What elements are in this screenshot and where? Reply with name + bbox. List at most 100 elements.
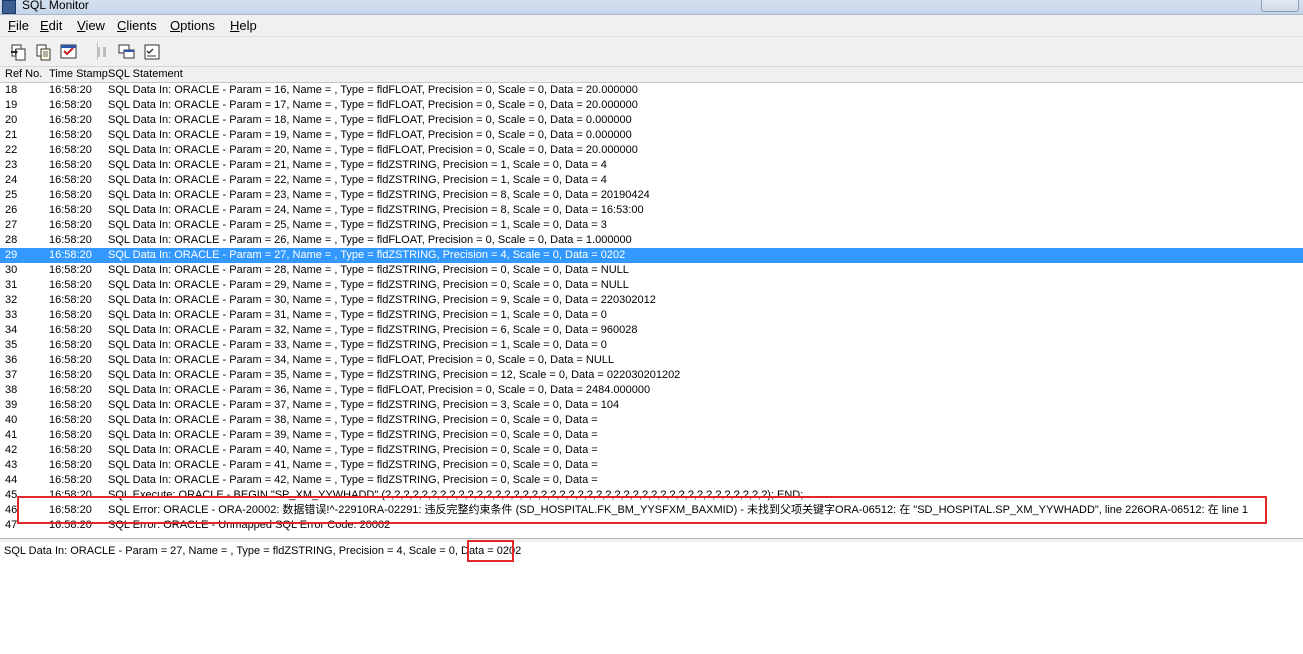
row-time-stamp: 16:58:20 bbox=[49, 459, 92, 471]
row-ref-no: 26 bbox=[5, 204, 18, 216]
menu-help[interactable]: Help bbox=[230, 18, 257, 33]
row-time-stamp: 16:58:20 bbox=[49, 99, 92, 111]
menu-view[interactable]: View bbox=[77, 18, 105, 33]
table-row[interactable]: 25 16:58:20 SQL Data In: ORACLE - Param = … bbox=[0, 188, 1303, 203]
table-row[interactable]: 30 16:58:20 SQL Data In: ORACLE - Param = … bbox=[0, 263, 1303, 278]
column-sql-statement[interactable]: SQL Statement bbox=[108, 68, 183, 80]
table-row[interactable]: 22 16:58:20 SQL Data In: ORACLE - Param = … bbox=[0, 143, 1303, 158]
row-time-stamp: 16:58:20 bbox=[49, 339, 92, 351]
row-time-stamp: 16:58:20 bbox=[49, 429, 92, 441]
table-row[interactable]: 24 16:58:20 SQL Data In: ORACLE - Param = … bbox=[0, 173, 1303, 188]
row-sql-statement: SQL Error: ORACLE - ORA-20002: 数据错误!^-22… bbox=[108, 504, 1248, 516]
row-time-stamp: 16:58:20 bbox=[49, 114, 92, 126]
toolbar bbox=[0, 37, 1303, 67]
row-time-stamp: 16:58:20 bbox=[49, 324, 92, 336]
row-ref-no: 45 bbox=[5, 489, 18, 501]
menu-file[interactable]: File bbox=[8, 18, 29, 33]
row-time-stamp: 16:58:20 bbox=[49, 174, 92, 186]
table-row[interactable]: 28 16:58:20 SQL Data In: ORACLE - Param = … bbox=[0, 233, 1303, 248]
title-bar: SQL Monitor bbox=[0, 0, 1303, 15]
row-time-stamp: 16:58:20 bbox=[49, 144, 92, 156]
menu-options[interactable]: Options bbox=[170, 18, 215, 33]
row-sql-statement: SQL Data In: ORACLE - Param = 39, Name =… bbox=[108, 429, 598, 441]
table-row[interactable]: 23 16:58:20 SQL Data In: ORACLE - Param = … bbox=[0, 158, 1303, 173]
table-row[interactable]: 45 16:58:20 SQL Execute: ORACLE - BEGIN "S… bbox=[0, 488, 1303, 503]
row-sql-statement: SQL Data In: ORACLE - Param = 38, Name =… bbox=[108, 414, 598, 426]
table-row[interactable]: 21 16:58:20 SQL Data In: ORACLE - Param = … bbox=[0, 128, 1303, 143]
table-row[interactable]: 34 16:58:20 SQL Data In: ORACLE - Param = … bbox=[0, 323, 1303, 338]
row-ref-no: 41 bbox=[5, 429, 18, 441]
menu-clients[interactable]: Clients bbox=[117, 18, 157, 33]
row-sql-statement: SQL Data In: ORACLE - Param = 25, Name =… bbox=[108, 219, 607, 231]
table-row[interactable]: 47 16:58:20 SQL Error: ORACLE - Unmapped S… bbox=[0, 518, 1303, 533]
row-time-stamp: 16:58:20 bbox=[49, 249, 92, 261]
row-time-stamp: 16:58:20 bbox=[49, 309, 92, 321]
row-sql-statement: SQL Data In: ORACLE - Param = 30, Name =… bbox=[108, 294, 656, 306]
row-sql-statement: SQL Data In: ORACLE - Param = 17, Name =… bbox=[108, 99, 638, 111]
row-ref-no: 35 bbox=[5, 339, 18, 351]
table-row[interactable]: 46 16:58:20 SQL Error: ORACLE - ORA-20002:… bbox=[0, 503, 1303, 518]
table-row[interactable]: 26 16:58:20 SQL Data In: ORACLE - Param = … bbox=[0, 203, 1303, 218]
row-ref-no: 23 bbox=[5, 159, 18, 171]
row-time-stamp: 16:58:20 bbox=[49, 369, 92, 381]
clients-icon[interactable] bbox=[117, 42, 137, 62]
row-ref-no: 29 bbox=[5, 249, 18, 261]
table-row[interactable]: 33 16:58:20 SQL Data In: ORACLE - Param = … bbox=[0, 308, 1303, 323]
row-time-stamp: 16:58:20 bbox=[49, 354, 92, 366]
table-row[interactable]: 20 16:58:20 SQL Data In: ORACLE - Param = … bbox=[0, 113, 1303, 128]
row-ref-no: 32 bbox=[5, 294, 18, 306]
row-ref-no: 40 bbox=[5, 414, 18, 426]
print-icon[interactable] bbox=[59, 42, 79, 62]
row-ref-no: 46 bbox=[5, 504, 18, 516]
table-row[interactable]: 18 16:58:20 SQL Data In: ORACLE - Param = … bbox=[0, 83, 1303, 98]
table-row[interactable]: 38 16:58:20 SQL Data In: ORACLE - Param = … bbox=[0, 383, 1303, 398]
row-ref-no: 44 bbox=[5, 474, 18, 486]
row-ref-no: 30 bbox=[5, 264, 18, 276]
table-row[interactable]: 43 16:58:20 SQL Data In: ORACLE - Param = … bbox=[0, 458, 1303, 473]
row-sql-statement: SQL Data In: ORACLE - Param = 16, Name =… bbox=[108, 84, 638, 96]
table-row[interactable]: 36 16:58:20 SQL Data In: ORACLE - Param = … bbox=[0, 353, 1303, 368]
row-time-stamp: 16:58:20 bbox=[49, 519, 92, 531]
row-ref-no: 21 bbox=[5, 129, 18, 141]
column-ref-no[interactable]: Ref No. bbox=[5, 68, 42, 80]
table-row[interactable]: 42 16:58:20 SQL Data In: ORACLE - Param = … bbox=[0, 443, 1303, 458]
table-row[interactable]: 32 16:58:20 SQL Data In: ORACLE - Param = … bbox=[0, 293, 1303, 308]
save-log-icon[interactable] bbox=[9, 42, 29, 62]
row-time-stamp: 16:58:20 bbox=[49, 504, 92, 516]
table-row[interactable]: 19 16:58:20 SQL Data In: ORACLE - Param = … bbox=[0, 98, 1303, 113]
row-sql-statement: SQL Data In: ORACLE - Param = 32, Name =… bbox=[108, 324, 638, 336]
table-row[interactable]: 29 16:58:20 SQL Data In: ORACLE - Param = … bbox=[0, 248, 1303, 263]
row-time-stamp: 16:58:20 bbox=[49, 159, 92, 171]
row-ref-no: 22 bbox=[5, 144, 18, 156]
table-row[interactable]: 39 16:58:20 SQL Data In: ORACLE - Param = … bbox=[0, 398, 1303, 413]
row-time-stamp: 16:58:20 bbox=[49, 399, 92, 411]
table-row[interactable]: 31 16:58:20 SQL Data In: ORACLE - Param = … bbox=[0, 278, 1303, 293]
row-sql-statement: SQL Data In: ORACLE - Param = 28, Name =… bbox=[108, 264, 629, 276]
row-time-stamp: 16:58:20 bbox=[49, 219, 92, 231]
table-row[interactable]: 41 16:58:20 SQL Data In: ORACLE - Param = … bbox=[0, 428, 1303, 443]
row-ref-no: 18 bbox=[5, 84, 18, 96]
pause-icon[interactable] bbox=[92, 42, 112, 62]
table-row[interactable]: 35 16:58:20 SQL Data In: ORACLE - Param = … bbox=[0, 338, 1303, 353]
table-row[interactable]: 40 16:58:20 SQL Data In: ORACLE - Param = … bbox=[0, 413, 1303, 428]
row-ref-no: 43 bbox=[5, 459, 18, 471]
copy-icon[interactable] bbox=[34, 42, 54, 62]
sql-log-list[interactable]: 18 16:58:20 SQL Data In: ORACLE - Param = … bbox=[0, 83, 1303, 532]
row-ref-no: 42 bbox=[5, 444, 18, 456]
options-icon[interactable] bbox=[142, 42, 162, 62]
row-ref-no: 25 bbox=[5, 189, 18, 201]
row-sql-statement: SQL Data In: ORACLE - Param = 22, Name =… bbox=[108, 174, 607, 186]
menu-edit[interactable]: Edit bbox=[40, 18, 62, 33]
row-ref-no: 36 bbox=[5, 354, 18, 366]
row-time-stamp: 16:58:20 bbox=[49, 294, 92, 306]
row-sql-statement: SQL Data In: ORACLE - Param = 37, Name =… bbox=[108, 399, 620, 411]
row-sql-statement: SQL Data In: ORACLE - Param = 27, Name =… bbox=[108, 249, 626, 261]
row-sql-statement: SQL Data In: ORACLE - Param = 33, Name =… bbox=[108, 339, 607, 351]
table-row[interactable]: 27 16:58:20 SQL Data In: ORACLE - Param = … bbox=[0, 218, 1303, 233]
table-row[interactable]: 37 16:58:20 SQL Data In: ORACLE - Param = … bbox=[0, 368, 1303, 383]
row-time-stamp: 16:58:20 bbox=[49, 264, 92, 276]
close-button[interactable] bbox=[1261, 0, 1299, 12]
row-time-stamp: 16:58:20 bbox=[49, 129, 92, 141]
table-row[interactable]: 44 16:58:20 SQL Data In: ORACLE - Param = … bbox=[0, 473, 1303, 488]
column-time-stamp[interactable]: Time Stamp bbox=[49, 68, 108, 80]
